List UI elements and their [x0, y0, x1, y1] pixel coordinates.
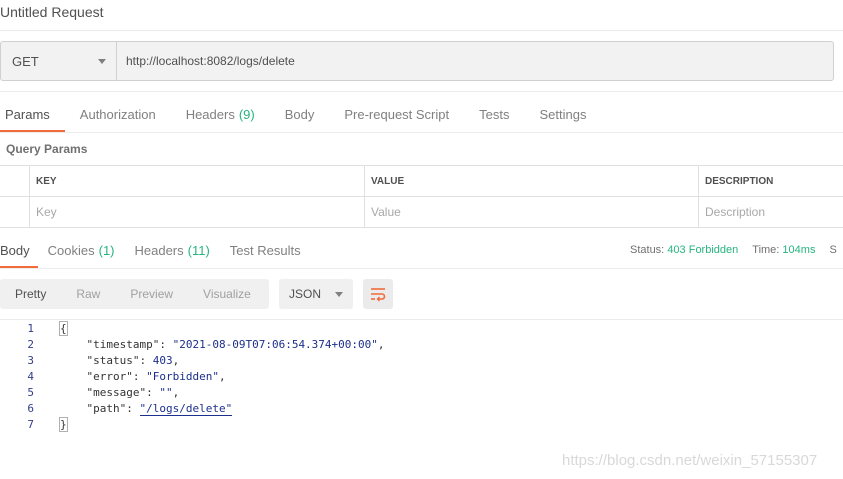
- view-preview-button[interactable]: Preview: [115, 279, 188, 309]
- time-label: Time:: [752, 243, 780, 256]
- line-number: 7: [27, 417, 34, 431]
- line-number: 4: [27, 369, 34, 383]
- request-tabs: Params Authorization Headers (9) Body Pr…: [0, 97, 601, 132]
- row-gutter: [0, 197, 30, 227]
- format-label: JSON: [289, 287, 322, 301]
- param-description-input[interactable]: Description: [699, 197, 843, 227]
- line-number: 1: [27, 321, 34, 335]
- status-badge[interactable]: 403 Forbidden: [667, 244, 738, 256]
- response-time[interactable]: 104ms: [782, 244, 815, 256]
- json-value: "": [159, 385, 173, 399]
- column-header-description: DESCRIPTION: [705, 175, 774, 187]
- line-number: 6: [27, 401, 34, 415]
- chevron-down-icon: [98, 58, 106, 64]
- tab-label: Headers: [134, 243, 184, 258]
- json-value-link[interactable]: "/logs/delete": [139, 401, 233, 416]
- tab-tests[interactable]: Tests: [464, 97, 524, 132]
- column-header-value: VALUE: [365, 166, 699, 196]
- line-number: 3: [27, 353, 34, 367]
- wrap-lines-button[interactable]: [363, 279, 393, 309]
- tab-label: Pre-request Script: [344, 107, 450, 122]
- row-gutter: [0, 166, 30, 196]
- divider: [0, 30, 843, 31]
- tab-count: (9): [238, 107, 255, 122]
- divider: [0, 132, 843, 133]
- tab-label: Tests: [479, 107, 510, 122]
- json-key: "status": [86, 353, 140, 367]
- tab-pre-request-script[interactable]: Pre-request Script: [329, 97, 464, 132]
- code-line: 1 {: [0, 320, 843, 336]
- table-header-row: KEY VALUE DESCRIPTION: [0, 166, 843, 197]
- tab-settings[interactable]: Settings: [524, 97, 601, 132]
- json-key: "error": [86, 369, 133, 383]
- tab-label: Body: [284, 107, 315, 122]
- view-visualize-button[interactable]: Visualize: [188, 279, 266, 309]
- tab-cookies[interactable]: Cookies (1): [38, 233, 125, 268]
- json-value: "2021-08-09T07:06:54.374+00:00": [172, 337, 378, 351]
- view-pretty-button[interactable]: Pretty: [0, 279, 61, 309]
- tab-response-headers[interactable]: Headers (11): [125, 233, 220, 268]
- tab-count: (11): [187, 243, 210, 258]
- view-raw-button[interactable]: Raw: [61, 279, 115, 309]
- query-params-table: KEY VALUE DESCRIPTION Key Value Descript…: [0, 165, 843, 228]
- view-mode-group: Pretty Raw Preview Visualize: [0, 279, 269, 309]
- code-line: 3 "status": 403,: [0, 352, 843, 368]
- table-row: Key Value Description: [0, 197, 843, 228]
- tab-label: Test Results: [229, 243, 301, 258]
- brace: {: [59, 320, 68, 336]
- tab-response-body[interactable]: Body: [0, 233, 38, 268]
- tab-label: Authorization: [79, 107, 156, 122]
- tab-authorization[interactable]: Authorization: [65, 97, 171, 132]
- tab-body[interactable]: Body: [270, 97, 330, 132]
- code-line: 5 "message": "",: [0, 384, 843, 400]
- json-value: "Forbidden": [146, 369, 219, 383]
- tab-label: Body: [0, 243, 30, 258]
- json-value: 403: [152, 353, 173, 367]
- response-meta: Status: 403 Forbidden Time: 104ms S: [630, 233, 837, 266]
- code-line: 7 }: [0, 416, 843, 432]
- tab-params[interactable]: Params: [0, 97, 65, 132]
- tab-label: Headers: [185, 107, 235, 122]
- request-title[interactable]: Untitled Request: [0, 4, 104, 20]
- method-label: GET: [12, 53, 39, 69]
- url-bar: GET http://localhost:8082/logs/delete: [0, 41, 834, 81]
- tab-count: (1): [98, 243, 115, 258]
- code-line: 2 "timestamp": "2021-08-09T07:06:54.374+…: [0, 336, 843, 352]
- divider: [0, 91, 843, 92]
- brace: }: [59, 416, 68, 432]
- param-key-input[interactable]: Key: [30, 197, 365, 227]
- line-number: 5: [27, 385, 34, 399]
- json-key: "message": [86, 385, 147, 399]
- status-label: Status:: [630, 243, 665, 256]
- divider: [0, 268, 843, 269]
- tab-label: Settings: [539, 107, 587, 122]
- tab-test-results[interactable]: Test Results: [220, 233, 311, 268]
- chevron-down-icon: [335, 291, 343, 297]
- column-header-key: KEY: [30, 166, 365, 196]
- query-params-label: Query Params: [6, 142, 88, 156]
- watermark: https://blog.csdn.net/weixin_57155307: [562, 452, 818, 469]
- line-number: 2: [27, 337, 34, 351]
- tab-headers[interactable]: Headers (9): [171, 97, 270, 132]
- param-value-input[interactable]: Value: [365, 197, 699, 227]
- url-input[interactable]: http://localhost:8082/logs/delete: [116, 41, 834, 81]
- code-line: 6 "path": "/logs/delete": [0, 400, 843, 416]
- json-key: "path": [86, 401, 127, 415]
- format-select[interactable]: JSON: [279, 279, 353, 309]
- method-select[interactable]: GET: [0, 41, 116, 81]
- tab-label: Params: [5, 107, 50, 122]
- json-key: "timestamp": [86, 337, 160, 351]
- size-label: S: [829, 243, 837, 256]
- response-body-code[interactable]: 1 { 2 "timestamp": "2021-08-09T07:06:54.…: [0, 320, 843, 432]
- response-tabs: Body Cookies (1) Headers (11) Test Resul…: [0, 233, 311, 268]
- postman-request-page: Untitled Request GET http://localhost:80…: [0, 0, 843, 479]
- code-line: 4 "error": "Forbidden",: [0, 368, 843, 384]
- tab-label: Cookies: [47, 243, 95, 258]
- wrap-icon: [371, 288, 386, 302]
